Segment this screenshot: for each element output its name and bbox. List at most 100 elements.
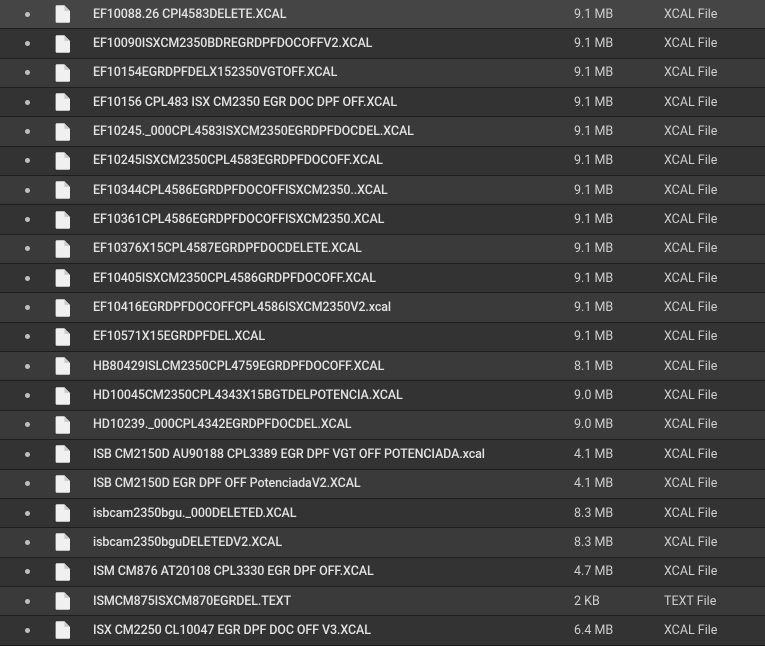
file-row[interactable]: ISM CM876 AT20108 CPL3330 EGR DPF OFF.XC… [0, 558, 765, 587]
file-row[interactable]: EF10344CPL4586EGRDPFDOCOFFISXCM2350..XCA… [0, 176, 765, 205]
file-icon [55, 328, 83, 346]
file-row[interactable]: EF10361CPL4586EGRDPFDOCOFFISXCM2350.XCAL… [0, 205, 765, 234]
file-row[interactable]: HB80429ISLCM2350CPL4759EGRDPFDOCOFF.XCAL… [0, 352, 765, 381]
file-size: 8.1 MB [570, 359, 660, 374]
file-type: XCAL File [660, 271, 765, 286]
file-size: 8.3 MB [570, 535, 660, 550]
row-marker [0, 70, 55, 75]
bullet-icon [25, 276, 30, 281]
file-row[interactable]: EF10088.26 CPl4583DELETE.XCAL9.1 MBXCAL … [0, 0, 765, 29]
bullet-icon [25, 364, 30, 369]
file-size: 9.1 MB [570, 124, 660, 139]
row-marker [0, 188, 55, 193]
bullet-icon [25, 129, 30, 134]
bullet-icon [25, 422, 30, 427]
file-name: ISM CM876 AT20108 CPL3330 EGR DPF OFF.XC… [83, 564, 570, 579]
file-row[interactable]: isbcam2350bguDELETEDV2.XCAL8.3 MBXCAL Fi… [0, 528, 765, 557]
file-type: TEXT File [660, 594, 765, 609]
file-type: XCAL File [660, 388, 765, 403]
row-marker [0, 246, 55, 251]
file-name: ISB CM2150D AU90188 CPL3389 EGR DPF VGT … [83, 447, 570, 462]
file-size: 4.1 MB [570, 447, 660, 462]
file-icon [55, 621, 83, 639]
bullet-icon [25, 246, 30, 251]
bullet-icon [25, 12, 30, 17]
file-type: XCAL File [660, 447, 765, 462]
bullet-icon [25, 158, 30, 163]
file-row[interactable]: isbcam2350bgu._000DELETED.XCAL8.3 MBXCAL… [0, 499, 765, 528]
file-icon [55, 64, 83, 82]
file-type: XCAL File [660, 36, 765, 51]
row-marker [0, 393, 55, 398]
row-marker [0, 599, 55, 604]
file-type: XCAL File [660, 417, 765, 432]
file-icon [55, 357, 83, 375]
file-size: 9.1 MB [570, 7, 660, 22]
file-type: XCAL File [660, 7, 765, 22]
file-type: XCAL File [660, 300, 765, 315]
file-type: XCAL File [660, 329, 765, 344]
file-row[interactable]: ISB CM2150D EGR DPF OFF PotenciadaV2.XCA… [0, 470, 765, 499]
file-row[interactable]: EF10156 CPL483 ISX CM2350 EGR DOC DPF OF… [0, 88, 765, 117]
file-type: XCAL File [660, 359, 765, 374]
file-row[interactable]: EF10154EGRDPFDELX152350VGTOFF.XCAL9.1 MB… [0, 59, 765, 88]
file-name: HB80429ISLCM2350CPL4759EGRDPFDOCOFF.XCAL [83, 359, 570, 374]
row-marker [0, 452, 55, 457]
file-icon [55, 211, 83, 229]
file-icon [55, 240, 83, 258]
file-icon [55, 35, 83, 53]
file-row[interactable]: HD10239._000CPL4342EGRDPFDOCDEL.XCAL9.0 … [0, 411, 765, 440]
file-name: EF10344CPL4586EGRDPFDOCOFFISXCM2350..XCA… [83, 183, 570, 198]
file-icon [55, 181, 83, 199]
file-name: isbcam2350bguDELETEDV2.XCAL [83, 535, 570, 550]
row-marker [0, 276, 55, 281]
file-size: 9.1 MB [570, 36, 660, 51]
file-size: 8.3 MB [570, 506, 660, 521]
bullet-icon [25, 511, 30, 516]
file-icon [55, 299, 83, 317]
file-icon [55, 533, 83, 551]
file-row[interactable]: EF10245._000CPL4583ISXCM2350EGRDPFDOCDEL… [0, 117, 765, 146]
bullet-icon [25, 481, 30, 486]
file-type: XCAL File [660, 241, 765, 256]
file-size: 9.1 MB [570, 65, 660, 80]
file-name: EF10416EGRDPFDOCOFFCPL4586ISXCM2350V2.xc… [83, 300, 570, 315]
file-type: XCAL File [660, 95, 765, 110]
file-row[interactable]: EF10090ISXCM2350BDREGRDPFDOCOFFV2.XCAL9.… [0, 29, 765, 58]
file-name: EF10154EGRDPFDELX152350VGTOFF.XCAL [83, 65, 570, 80]
file-row[interactable]: ISMCM875ISXCM870EGRDEL.TEXT2 KBTEXT File [0, 587, 765, 616]
file-row[interactable]: EF10405ISXCM2350CPL4586GRDPFDOCOFF.XCAL9… [0, 264, 765, 293]
row-marker [0, 628, 55, 633]
row-marker [0, 334, 55, 339]
bullet-icon [25, 599, 30, 604]
bullet-icon [25, 217, 30, 222]
file-icon [55, 592, 83, 610]
file-size: 9.1 MB [570, 153, 660, 168]
file-size: 9.0 MB [570, 417, 660, 432]
file-row[interactable]: HD10045CM2350CPL4343X15BGTDELPOTENCIA.XC… [0, 381, 765, 410]
file-row[interactable]: EF10245ISXCM2350CPL4583EGRDPFDOCOFF.XCAL… [0, 147, 765, 176]
row-marker [0, 12, 55, 17]
file-type: XCAL File [660, 476, 765, 491]
bullet-icon [25, 100, 30, 105]
file-row[interactable]: EF10571X15EGRDPFDEL.XCAL9.1 MBXCAL File [0, 323, 765, 352]
file-type: XCAL File [660, 623, 765, 638]
file-row[interactable]: EF10416EGRDPFDOCOFFCPL4586ISXCM2350V2.xc… [0, 293, 765, 322]
file-size: 9.1 MB [570, 241, 660, 256]
row-marker [0, 100, 55, 105]
file-name: EF10571X15EGRDPFDEL.XCAL [83, 329, 570, 344]
bullet-icon [25, 41, 30, 46]
bullet-icon [25, 540, 30, 545]
file-icon [55, 475, 83, 493]
file-type: XCAL File [660, 153, 765, 168]
file-name: EF10088.26 CPl4583DELETE.XCAL [83, 7, 570, 22]
file-row[interactable]: EF10376X15CPL4587EGRDPFDOCDELETE.XCAL9.1… [0, 235, 765, 264]
file-row[interactable]: ISB CM2150D AU90188 CPL3389 EGR DPF VGT … [0, 440, 765, 469]
file-name: HD10045CM2350CPL4343X15BGTDELPOTENCIA.XC… [83, 388, 570, 403]
file-row[interactable]: ISX CM2250 CL10047 EGR DPF DOC OFF V3.XC… [0, 616, 765, 645]
file-icon [55, 269, 83, 287]
file-size: 9.1 MB [570, 183, 660, 198]
file-size: 6.4 MB [570, 623, 660, 638]
file-size: 9.0 MB [570, 388, 660, 403]
bullet-icon [25, 569, 30, 574]
